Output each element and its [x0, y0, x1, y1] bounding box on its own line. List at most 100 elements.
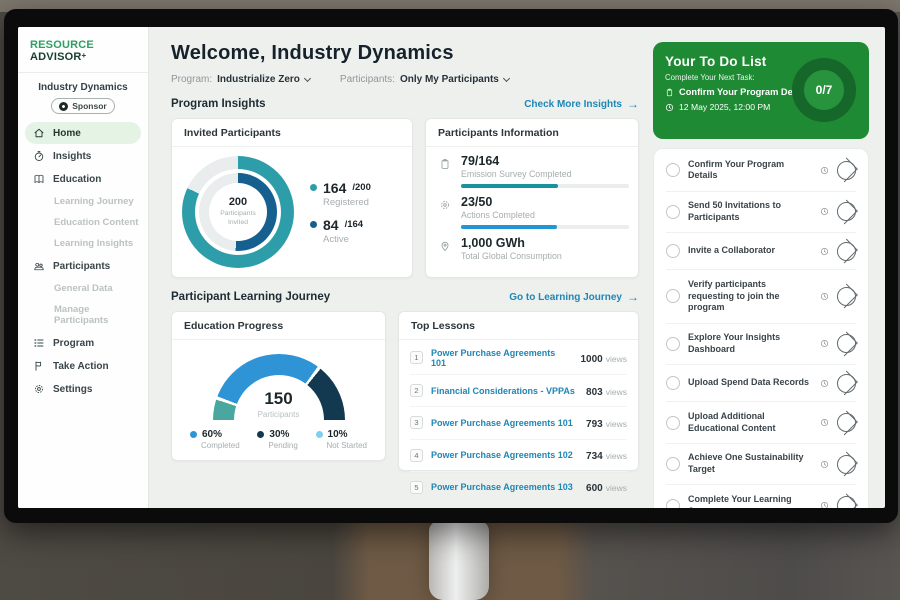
program-filter-dropdown[interactable]: Program: Industrialize Zero [171, 74, 310, 85]
home-icon [33, 127, 45, 139]
lesson-rank: 1 [410, 351, 423, 364]
chevron-right-icon [833, 371, 858, 396]
education-icon [33, 173, 45, 185]
sidebar-item-insights[interactable]: Insights [18, 145, 148, 167]
task-row-explore-insights[interactable]: Explore Your Insights Dashboard [666, 324, 856, 366]
todo-panel: Your To Do List Complete Your Next Task:… [651, 27, 885, 508]
task-label: Upload Spend Data Records [688, 377, 812, 389]
invited-legend: 164/200 Registered 84/164 Active [310, 171, 371, 254]
progress-bar [461, 184, 629, 188]
main-content: Welcome, Industry Dynamics Program: Indu… [149, 27, 651, 508]
legend-dot [190, 431, 197, 438]
task-checkbox[interactable] [666, 244, 680, 258]
task-open-button[interactable] [837, 242, 856, 261]
todo-datetime-label: 12 May 2025, 12:00 PM [679, 102, 770, 112]
clock-icon [820, 247, 829, 256]
task-row-verify-participants[interactable]: Verify participants requesting to join t… [666, 270, 856, 323]
task-open-button[interactable] [837, 455, 856, 474]
sidebar-item-education-content[interactable]: Education Content [18, 212, 148, 233]
link-label: Go to Learning Journey [509, 292, 622, 303]
learning-journey-header: Participant Learning Journey Go to Learn… [171, 291, 639, 303]
lesson-link[interactable]: Power Purchase Agreements 101 [431, 348, 572, 368]
progress-bar [461, 225, 629, 229]
todo-summary-card: Your To Do List Complete Your Next Task:… [653, 42, 869, 139]
metric-actions-completed: 23/50 Actions Completed [439, 195, 625, 229]
lesson-views: 793 [586, 419, 603, 430]
legend-dot [310, 184, 317, 191]
task-checkbox[interactable] [666, 337, 680, 351]
lesson-row: 5 Power Purchase Agreements 103 600views [410, 472, 627, 503]
sidebar-item-home[interactable]: Home [25, 122, 141, 144]
legend-item-pending: 30% Pending [257, 429, 297, 450]
sidebar-item-label: Insights [53, 151, 91, 162]
task-row-invite-collaborator[interactable]: Invite a Collaborator [666, 233, 856, 270]
link-label: Check More Insights [524, 99, 622, 110]
task-checkbox[interactable] [666, 163, 680, 177]
task-open-button[interactable] [837, 334, 856, 353]
education-legend: 60% Completed 30% Pending [182, 422, 375, 450]
legend-value: 10% [328, 429, 348, 440]
lesson-rank: 4 [410, 449, 423, 462]
program-icon [33, 337, 45, 349]
legend-total: /164 [345, 219, 364, 230]
task-row-confirm-program[interactable]: Confirm Your Program Details [666, 150, 856, 192]
take-action-icon [33, 360, 45, 372]
clipboard-icon [439, 158, 451, 170]
participants-filter-dropdown[interactable]: Participants: Only My Participants [340, 74, 509, 85]
sidebar-item-learning-insights[interactable]: Learning Insights [18, 233, 148, 254]
sidebar-item-participants[interactable]: Participants [18, 255, 148, 277]
invited-participants-card: Invited Participants 200 Participants In… [171, 118, 413, 278]
task-row-send-invitations[interactable]: Send 50 Invitations to Participants [666, 192, 856, 234]
task-checkbox[interactable] [666, 499, 680, 508]
sidebar-item-manage-participants[interactable]: Manage Participants [18, 299, 148, 331]
task-open-button[interactable] [837, 161, 856, 180]
task-checkbox[interactable] [666, 205, 680, 219]
donut-center: 200 Participants Invited [209, 183, 267, 241]
sidebar-item-take-action[interactable]: Take Action [18, 355, 148, 377]
metric-value: 79/164 [461, 154, 629, 168]
metric-value: 1,000 GWh [461, 236, 562, 250]
card-title: Invited Participants [172, 119, 412, 147]
sidebar-item-education[interactable]: Education [18, 168, 148, 190]
clock-icon [665, 103, 674, 112]
task-checkbox[interactable] [666, 416, 680, 430]
task-open-button[interactable] [837, 413, 856, 432]
task-row-achieve-sustainability-target[interactable]: Achieve One Sustainability Target [666, 444, 856, 486]
lesson-link[interactable]: Power Purchase Agreements 103 [431, 482, 578, 492]
legend-label: Registered [323, 197, 371, 208]
task-open-button[interactable] [837, 374, 856, 393]
task-open-button[interactable] [837, 202, 856, 221]
sponsor-badge[interactable]: Sponsor [51, 98, 115, 114]
task-row-complete-learning-journey[interactable]: Complete Your Learning Journey [666, 485, 856, 508]
sidebar-item-settings[interactable]: Settings [18, 378, 148, 400]
metric-label: Actions Completed [461, 210, 629, 220]
lesson-row: 4 Power Purchase Agreements 102 734views [410, 440, 627, 472]
lesson-link[interactable]: Power Purchase Agreements 102 [431, 450, 578, 460]
chevron-right-icon [833, 158, 858, 183]
task-row-upload-educational-content[interactable]: Upload Additional Educational Content [666, 402, 856, 444]
education-progress-card: Education Progress 150 Participants [171, 311, 386, 461]
task-checkbox[interactable] [666, 457, 680, 471]
participants-icon [33, 260, 45, 272]
sidebar-item-learning-journey[interactable]: Learning Journey [18, 191, 148, 212]
lesson-rank: 3 [410, 416, 423, 429]
lesson-views-suffix: views [606, 419, 627, 429]
participants-filter-label: Participants: [340, 74, 395, 85]
chevron-right-icon [833, 199, 858, 224]
task-open-button[interactable] [837, 287, 856, 306]
legend-dot [310, 221, 317, 228]
task-open-button[interactable] [837, 496, 856, 508]
arrow-right-icon: → [627, 98, 639, 110]
task-row-upload-spend-data[interactable]: Upload Spend Data Records [666, 365, 856, 402]
card-title: Participants Information [426, 119, 638, 147]
lesson-link[interactable]: Power Purchase Agreements 101 [431, 418, 578, 428]
go-to-learning-journey-link[interactable]: Go to Learning Journey → [509, 291, 639, 303]
task-checkbox[interactable] [666, 289, 680, 303]
metric-global-consumption: 1,000 GWh Total Global Consumption [439, 236, 625, 261]
sidebar-item-general-data[interactable]: General Data [18, 278, 148, 299]
task-checkbox[interactable] [666, 376, 680, 390]
sidebar-item-program[interactable]: Program [18, 332, 148, 354]
metric-label: Total Global Consumption [461, 251, 562, 261]
check-more-insights-link[interactable]: Check More Insights → [524, 98, 639, 110]
lesson-link[interactable]: Financial Considerations - VPPAs [431, 386, 578, 396]
